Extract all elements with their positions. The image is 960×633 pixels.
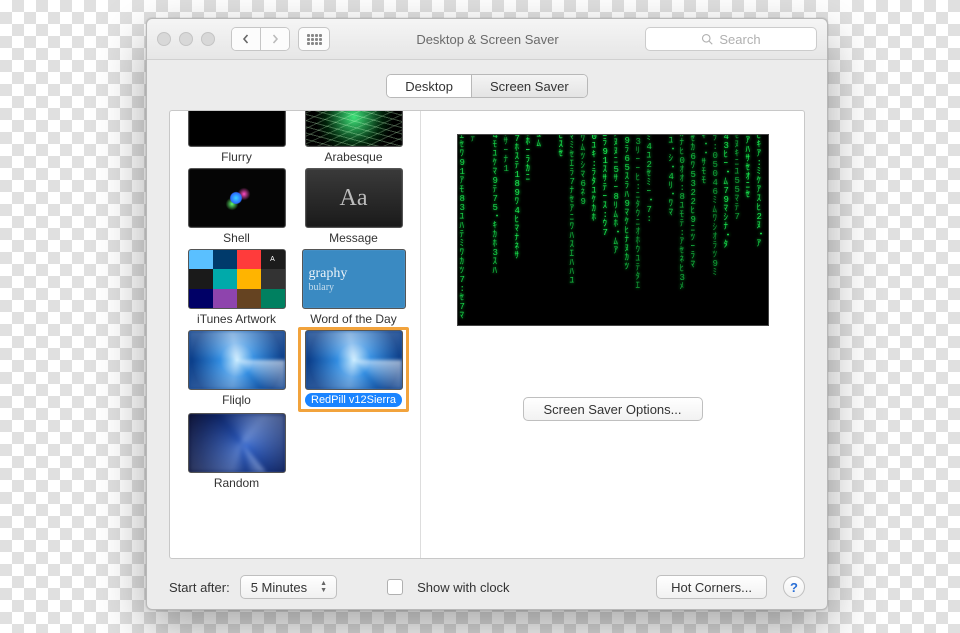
label-redpill: RedPill v12Sierra — [305, 393, 402, 407]
thumb-itunes: A — [188, 249, 286, 309]
saver-random[interactable]: Random — [184, 413, 289, 490]
thumb-redpill — [305, 330, 403, 390]
forward-button[interactable] — [260, 28, 289, 50]
tab-desktop[interactable]: Desktop — [387, 75, 471, 97]
thumb-arabesque — [305, 111, 403, 147]
start-after-label: Start after: — [169, 580, 230, 595]
window-controls — [157, 32, 215, 46]
show-clock-checkbox[interactable] — [387, 579, 403, 595]
saver-itunes[interactable]: A iTunes Artwork — [184, 249, 289, 326]
label-arabesque: Arabesque — [324, 150, 382, 164]
start-after-value: 5 Minutes — [251, 580, 307, 595]
show-clock-label: Show with clock — [417, 580, 509, 595]
search-input[interactable]: Search — [645, 27, 817, 51]
start-after-select[interactable]: 5 Minutes ▲▼ — [240, 575, 337, 599]
label-flurry: Flurry — [221, 150, 252, 164]
saver-fliqlo[interactable]: Fliqlo — [184, 330, 289, 409]
thumb-shell — [188, 168, 286, 228]
search-placeholder: Search — [719, 32, 760, 47]
label-message: Message — [329, 231, 378, 245]
saver-word[interactable]: graphy bulary Word of the Day — [301, 249, 406, 326]
saver-message[interactable]: Aa Message — [301, 168, 406, 245]
screensaver-options-button[interactable]: Screen Saver Options... — [523, 397, 703, 421]
nav-back-forward — [231, 27, 290, 51]
saver-arabesque[interactable]: Arabesque — [301, 111, 406, 164]
help-button[interactable]: ? — [783, 576, 805, 598]
show-all-button[interactable] — [298, 27, 330, 51]
saver-redpill[interactable]: RedPill v12Sierra — [298, 327, 409, 412]
tab-group: Desktop Screen Saver — [386, 74, 587, 98]
thumb-message: Aa — [305, 168, 403, 228]
label-itunes: iTunes Artwork — [197, 312, 276, 326]
tab-row: Desktop Screen Saver — [147, 60, 827, 110]
thumb-random — [188, 413, 286, 473]
zoom-icon[interactable] — [201, 32, 215, 46]
saver-flurry[interactable]: Flurry — [184, 111, 289, 164]
thumb-word: graphy bulary — [302, 249, 406, 309]
preferences-window: Desktop & Screen Saver Search Desktop Sc… — [146, 18, 828, 610]
label-word: Word of the Day — [310, 312, 396, 326]
titlebar: Desktop & Screen Saver Search — [147, 19, 827, 60]
back-button[interactable] — [232, 28, 260, 50]
saver-shell[interactable]: Shell — [184, 168, 289, 245]
screensaver-preview: ｴ ｾ ﾜ 9 1 ｱ ﾓ 8 3 ﾕ ﾊ ﾃ ﾐ ﾜ ｶ ﾂ 7 : ｾ 7 … — [458, 135, 768, 325]
label-fliqlo: Fliqlo — [222, 393, 251, 407]
label-shell: Shell — [223, 231, 250, 245]
window-title: Desktop & Screen Saver — [338, 32, 637, 47]
bottom-bar: Start after: 5 Minutes ▲▼ Show with cloc… — [147, 565, 827, 609]
thumb-flurry — [188, 111, 286, 147]
tab-screensaver[interactable]: Screen Saver — [471, 75, 587, 97]
minimize-icon[interactable] — [179, 32, 193, 46]
preview-column: ｴ ｾ ﾜ 9 1 ｱ ﾓ 8 3 ﾕ ﾊ ﾃ ﾐ ﾜ ｶ ﾂ 7 : ｾ 7 … — [421, 111, 804, 558]
hot-corners-button[interactable]: Hot Corners... — [656, 575, 767, 599]
close-icon[interactable] — [157, 32, 171, 46]
stepper-icon: ▲▼ — [317, 578, 330, 596]
screensaver-list[interactable]: Flurry Arabesque Shell Aa Message A — [170, 111, 421, 558]
label-random: Random — [214, 476, 259, 490]
thumb-fliqlo — [188, 330, 286, 390]
content-area: Flurry Arabesque Shell Aa Message A — [169, 110, 805, 559]
